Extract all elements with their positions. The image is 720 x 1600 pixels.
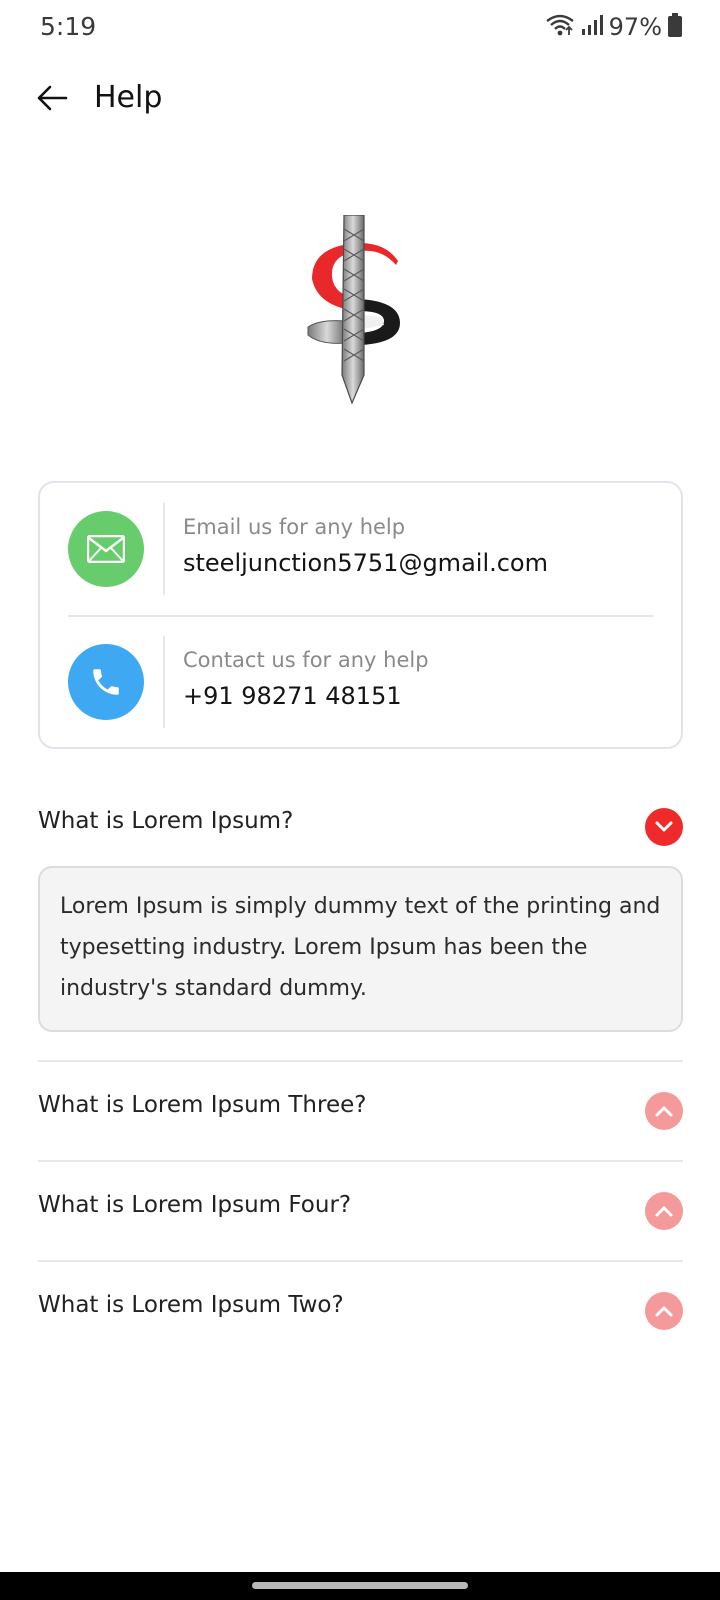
app-bar: Help — [0, 64, 720, 136]
steel-junction-logo — [300, 214, 420, 410]
faq-question: What is Lorem Ipsum Four? — [38, 1192, 352, 1218]
vertical-divider — [163, 503, 165, 595]
system-navigation-bar — [0, 1572, 720, 1600]
phone-contact-row[interactable]: Contact us for any help +91 98271 48151 — [40, 616, 681, 748]
faq-question: What is Lorem Ipsum? — [38, 808, 294, 834]
email-caption: Email us for any help — [183, 515, 406, 539]
battery-icon — [668, 13, 682, 41]
faq-question: What is Lorem Ipsum Two? — [38, 1292, 344, 1318]
vertical-divider — [163, 636, 165, 728]
phone-caption: Contact us for any help — [183, 648, 429, 672]
faq-question: What is Lorem Ipsum Three? — [38, 1092, 367, 1118]
status-time: 5:19 — [40, 12, 97, 41]
chevron-up-icon[interactable] — [645, 1192, 683, 1230]
email-address[interactable]: steeljunction5751@gmail.com — [183, 549, 548, 577]
status-bar: 5:19 97% — [0, 0, 720, 56]
faq-item-header[interactable]: What is Lorem Ipsum Two? — [38, 1262, 683, 1360]
chevron-down-icon[interactable] — [645, 808, 683, 846]
battery-percent: 97% — [608, 13, 662, 41]
wifi-icon — [545, 13, 575, 41]
chevron-up-icon[interactable] — [645, 1092, 683, 1130]
status-icons: 97% — [545, 12, 682, 42]
page-title: Help — [94, 80, 163, 115]
phone-icon — [68, 644, 144, 720]
back-button[interactable] — [24, 74, 80, 126]
faq-item-header[interactable]: What is Lorem Ipsum? — [38, 790, 683, 862]
contact-card: Email us for any help steeljunction5751@… — [38, 481, 683, 749]
phone-number[interactable]: +91 98271 48151 — [183, 682, 402, 710]
mail-icon — [68, 511, 144, 587]
email-contact-row[interactable]: Email us for any help steeljunction5751@… — [40, 483, 681, 615]
faq-accordion: What is Lorem Ipsum? Lorem Ipsum is simp… — [38, 790, 683, 1360]
faq-item-header[interactable]: What is Lorem Ipsum Four? — [38, 1162, 683, 1260]
chevron-up-icon[interactable] — [645, 1292, 683, 1330]
home-indicator[interactable] — [252, 1582, 468, 1589]
faq-answer: Lorem Ipsum is simply dummy text of the … — [38, 866, 683, 1032]
arrow-left-icon — [36, 84, 68, 116]
signal-icon — [581, 14, 603, 40]
faq-item-header[interactable]: What is Lorem Ipsum Three? — [38, 1062, 683, 1160]
